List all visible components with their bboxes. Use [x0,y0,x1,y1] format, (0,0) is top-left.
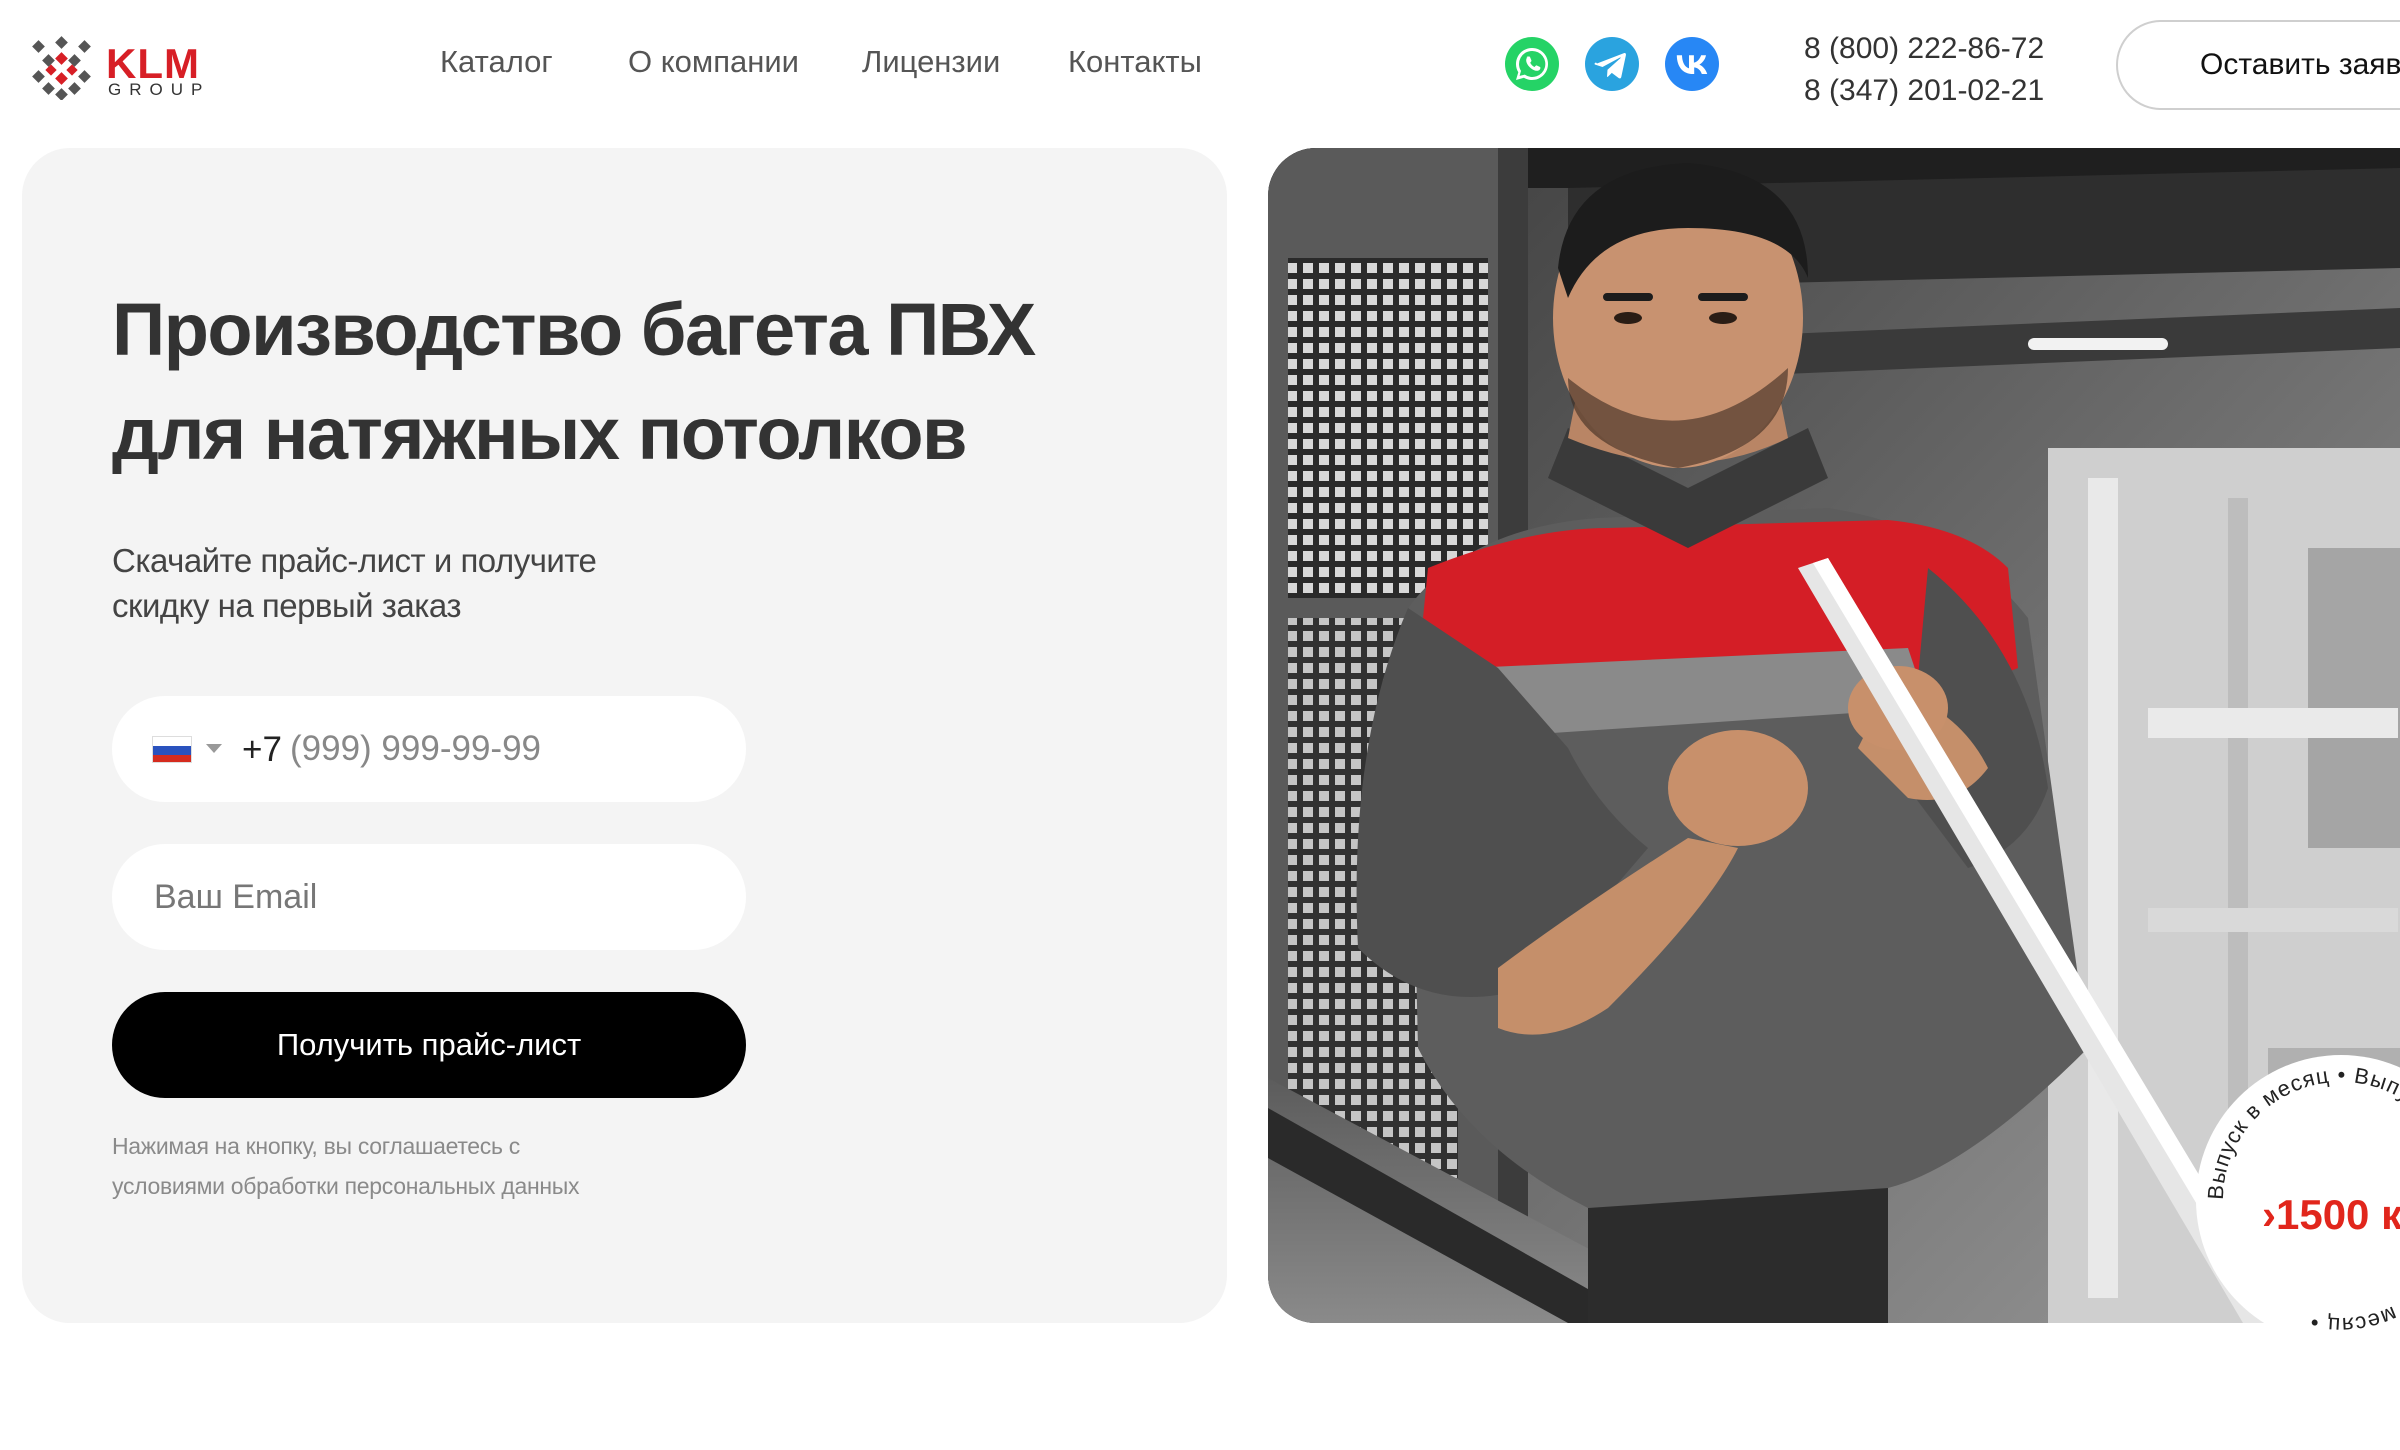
nav-item-contacts[interactable]: Контакты [1068,44,1202,80]
header-phones: 8 (800) 222-86-72 8 (347) 201-02-21 [1804,28,2044,112]
whatsapp-icon [1505,37,1559,91]
nav-item-catalog[interactable]: Каталог [440,44,553,80]
dial-code: +7 [242,730,282,769]
vk-icon [1665,37,1719,91]
logo-sub-text: GROUP [108,80,211,99]
email-input[interactable] [154,868,714,926]
nav-item-licenses[interactable]: Лицензии [862,44,1000,80]
nav-item-about[interactable]: О компании [628,44,799,80]
monthly-output-badge: Выпуск в месяц • Выпуск в месяц • Выпуск… [2196,1055,2400,1345]
whatsapp-link[interactable] [1504,36,1560,92]
phone-field: +7 [112,696,746,802]
hero-subtitle: Скачайте прайс-лист и получите скидку на… [112,538,672,628]
telegram-link[interactable] [1584,36,1640,92]
email-field [112,844,746,950]
badge-value: ›1500 км [2262,1191,2400,1238]
telegram-icon [1585,37,1639,91]
phone-input[interactable] [290,720,710,778]
vk-link[interactable] [1664,36,1720,92]
consent-note: Нажимая на кнопку, вы соглашаетесь с усл… [112,1126,652,1206]
title-line-1: Производство багета ПВХ [112,288,1036,371]
title-line-2: для натяжных потолков [112,392,968,475]
phone-link-secondary[interactable]: 8 (347) 201-02-21 [1804,70,2044,112]
page-title: Производство багета ПВХ для натяжных пот… [112,278,1112,486]
leave-request-button[interactable]: Оставить заявку [2116,20,2400,110]
country-dropdown-caret-icon[interactable] [206,744,222,753]
klm-group-logo[interactable]: KLM GROUP [30,36,210,100]
subtitle-line-1: Скачайте прайс-лист и получите [112,542,597,579]
subtitle-line-2: скидку на первый заказ [112,587,462,624]
consent-line-2[interactable]: условиями обработки персональных данных [112,1173,579,1199]
russia-flag-icon[interactable] [152,736,192,763]
phone-link-primary[interactable]: 8 (800) 222-86-72 [1804,28,2044,70]
get-price-list-button[interactable]: Получить прайс-лист [112,992,746,1098]
logo-mark-icon [32,36,91,100]
consent-line-1: Нажимая на кнопку, вы соглашаетесь с [112,1133,520,1159]
lead-form-card: Производство багета ПВХ для натяжных пот… [22,148,1227,1323]
